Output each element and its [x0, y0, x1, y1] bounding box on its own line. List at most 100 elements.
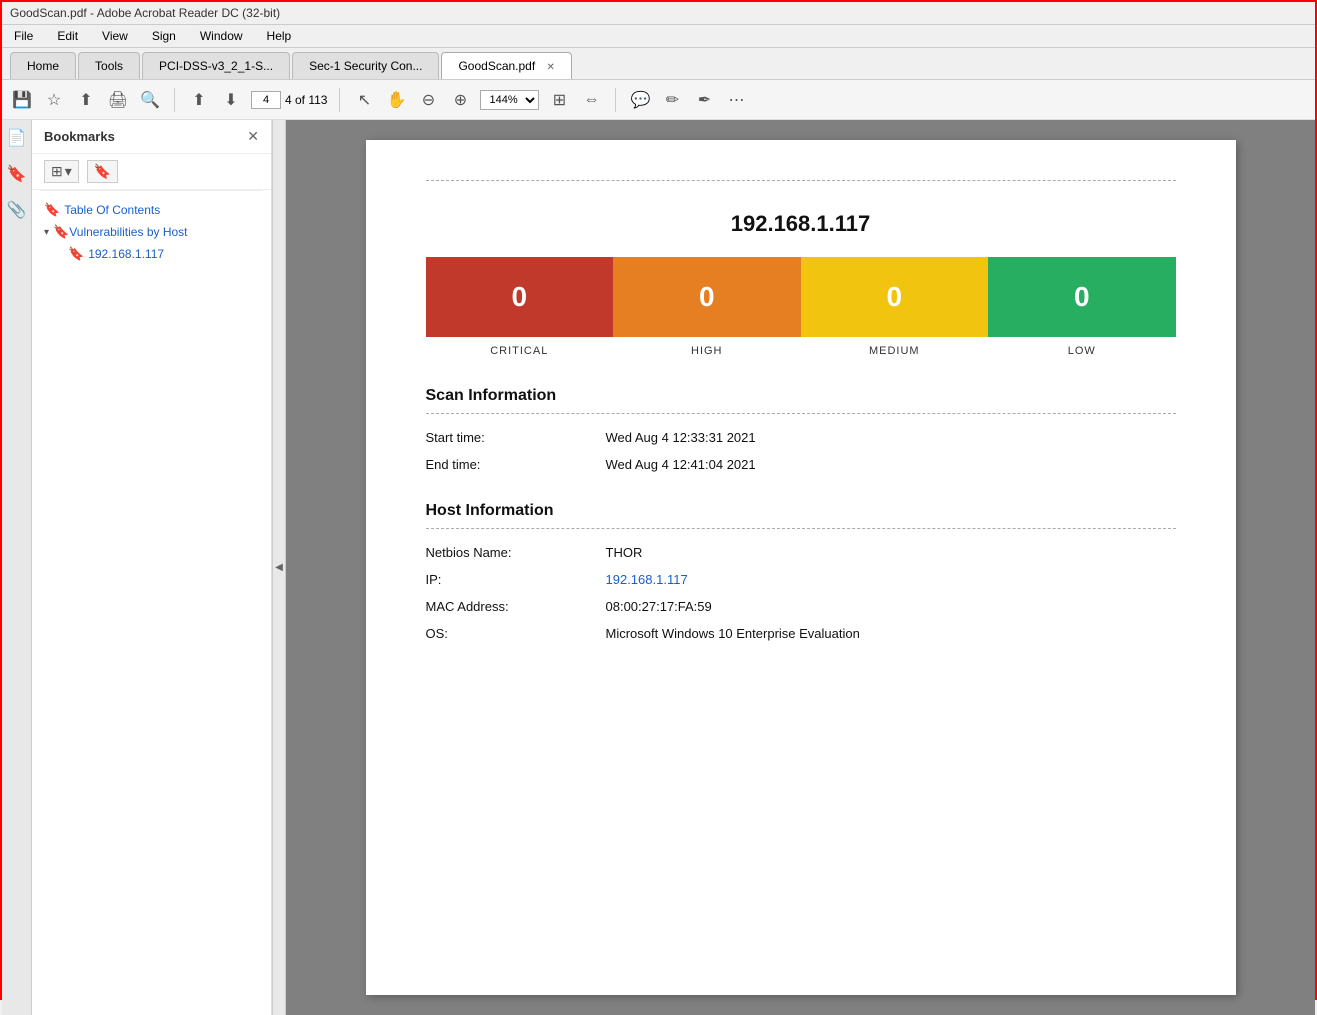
- tab-sec1[interactable]: Sec-1 Security Con...: [292, 52, 439, 79]
- host-information-section: Host Information Netbios Name: THOR IP: …: [426, 502, 1176, 641]
- scan-info-title: Scan Information: [426, 387, 1176, 405]
- select-tool-icon[interactable]: ↖: [352, 88, 376, 112]
- separator-2: [339, 88, 340, 112]
- bookmark-icon-ip1: 🔖: [68, 246, 84, 262]
- tab-pci[interactable]: PCI-DSS-v3_2_1-S...: [142, 52, 290, 79]
- medium-label: MEDIUM: [801, 345, 989, 357]
- sidebar-header: Bookmarks ✕: [32, 120, 271, 154]
- tab-close-icon[interactable]: ✕: [547, 62, 555, 73]
- bookmark-sub-group: 🔖 192.168.1.117: [36, 243, 267, 265]
- sidebar-bookmark-add-icon: 🔖: [94, 163, 111, 180]
- high-bar: 0: [613, 257, 801, 337]
- tab-tools[interactable]: Tools: [78, 52, 140, 79]
- search-icon[interactable]: 🔍: [138, 88, 162, 112]
- separator-3: [615, 88, 616, 112]
- bookmark-label-ip1: 192.168.1.117: [88, 247, 164, 261]
- fit-width-icon[interactable]: ⇔: [579, 88, 603, 112]
- os-value: Microsoft Windows 10 Enterprise Evaluati…: [606, 626, 860, 641]
- title-text: GoodScan.pdf - Adobe Acrobat Reader DC (…: [10, 6, 280, 20]
- menu-file[interactable]: File: [10, 27, 37, 45]
- tab-home[interactable]: Home: [10, 52, 76, 79]
- low-value: 0: [1074, 281, 1090, 313]
- scan-start-row: Start time: Wed Aug 4 12:33:31 2021: [426, 430, 1176, 445]
- tab-goodscan[interactable]: GoodScan.pdf ✕: [441, 52, 571, 79]
- zoom-select[interactable]: 50% 75% 100% 125% 144% 150% 200%: [480, 90, 539, 110]
- menu-edit[interactable]: Edit: [53, 27, 82, 45]
- toolbar: 💾 ☆ ⬆ 🖨 🔍 ⬆ ⬇ 4 of 113 ↖ ✋ ⊖ ⊕ 50% 75% 1…: [2, 80, 1315, 120]
- scan-information-section: Scan Information Start time: Wed Aug 4 1…: [426, 387, 1176, 472]
- mac-row: MAC Address: 08:00:27:17:FA:59: [426, 599, 1176, 614]
- page-info: 4 of 113: [251, 91, 327, 109]
- vulnerability-bars: 0 0 0 0: [426, 257, 1176, 337]
- sidebar-nav-attach-icon[interactable]: 📎: [7, 200, 27, 220]
- sidebar-nav-page-icon[interactable]: 📄: [7, 128, 27, 148]
- bookmark-toc[interactable]: 🔖 Table Of Contents: [36, 199, 267, 221]
- hand-tool-icon[interactable]: ✋: [384, 88, 408, 112]
- sidebar-content: 🔖 Table Of Contents ▾ 🔖 Vulnerabilities …: [32, 191, 271, 1015]
- bookmark-ip1[interactable]: 🔖 192.168.1.117: [68, 243, 267, 265]
- netbios-row: Netbios Name: THOR: [426, 545, 1176, 560]
- print-icon[interactable]: 🖨: [106, 88, 130, 112]
- sidebar: 📄 🔖 📎 Bookmarks ✕ ⊞ ▾: [2, 120, 272, 1015]
- vulnerability-labels: CRITICAL HIGH MEDIUM LOW: [426, 345, 1176, 357]
- bookmark-icon-vuln: 🔖: [53, 224, 69, 240]
- zoom-in-icon[interactable]: ⊕: [448, 88, 472, 112]
- mac-label: MAC Address:: [426, 599, 606, 614]
- page-total: 4 of 113: [285, 93, 327, 107]
- sidebar-grid-icon: ⊞: [51, 163, 63, 180]
- bookmark-icon[interactable]: ☆: [42, 88, 66, 112]
- sidebar-bookmark-page-btn[interactable]: 🔖: [87, 160, 118, 183]
- bookmark-vuln-row[interactable]: ▾ 🔖 Vulnerabilities by Host: [36, 221, 267, 243]
- main-layout: 📄 🔖 📎 Bookmarks ✕ ⊞ ▾: [2, 120, 1315, 1015]
- menu-view[interactable]: View: [98, 27, 132, 45]
- high-value: 0: [699, 281, 715, 313]
- host-info-title: Host Information: [426, 502, 1176, 520]
- bookmark-icon-toc: 🔖: [44, 202, 60, 218]
- os-row: OS: Microsoft Windows 10 Enterprise Eval…: [426, 626, 1176, 641]
- menu-window[interactable]: Window: [196, 27, 247, 45]
- sidebar-nav-bookmark-icon[interactable]: 🔖: [7, 164, 27, 184]
- os-label: OS:: [426, 626, 606, 641]
- sign-icon[interactable]: ✒: [692, 88, 716, 112]
- ip-row: IP: 192.168.1.117: [426, 572, 1176, 587]
- ip-value: 192.168.1.117: [606, 572, 688, 587]
- more-tools-icon[interactable]: ⋯: [724, 88, 748, 112]
- low-label: LOW: [988, 345, 1176, 357]
- zoom-out-icon[interactable]: ⊖: [416, 88, 440, 112]
- tab-bar: Home Tools PCI-DSS-v3_2_1-S... Sec-1 Sec…: [2, 48, 1315, 80]
- scan-info-divider: [426, 413, 1176, 414]
- scan-end-value: Wed Aug 4 12:41:04 2021: [606, 457, 756, 472]
- save-icon[interactable]: 💾: [10, 88, 34, 112]
- sidebar-close-button[interactable]: ✕: [247, 128, 259, 145]
- scroll-down-icon[interactable]: ⬇: [219, 88, 243, 112]
- medium-bar: 0: [801, 257, 989, 337]
- bookmark-label-toc: Table Of Contents: [64, 203, 160, 217]
- medium-value: 0: [886, 281, 902, 313]
- pdf-viewer[interactable]: 192.168.1.117 0 0 0 0 CRITICAL HIGH: [286, 120, 1315, 1015]
- page-number-input[interactable]: [251, 91, 281, 109]
- scan-start-value: Wed Aug 4 12:33:31 2021: [606, 430, 756, 445]
- upload-icon[interactable]: ⬆: [74, 88, 98, 112]
- sidebar-view-options-btn[interactable]: ⊞ ▾: [44, 160, 79, 183]
- menu-sign[interactable]: Sign: [148, 27, 180, 45]
- fit-page-icon[interactable]: ⊞: [547, 88, 571, 112]
- scroll-up-icon[interactable]: ⬆: [187, 88, 211, 112]
- sidebar-title: Bookmarks: [44, 129, 115, 144]
- pencil-icon[interactable]: ✏: [660, 88, 684, 112]
- scan-start-label: Start time:: [426, 430, 606, 445]
- scan-end-label: End time:: [426, 457, 606, 472]
- host-info-divider: [426, 528, 1176, 529]
- high-label: HIGH: [613, 345, 801, 357]
- sidebar-dropdown-icon: ▾: [65, 163, 72, 180]
- menu-help[interactable]: Help: [263, 27, 296, 45]
- separator-1: [174, 88, 175, 112]
- netbios-value: THOR: [606, 545, 643, 560]
- comment-icon[interactable]: 💬: [628, 88, 652, 112]
- pdf-page: 192.168.1.117 0 0 0 0 CRITICAL HIGH: [366, 140, 1236, 995]
- title-bar: GoodScan.pdf - Adobe Acrobat Reader DC (…: [2, 2, 1315, 25]
- critical-value: 0: [511, 281, 527, 313]
- host-title: 192.168.1.117: [426, 211, 1176, 237]
- expand-icon-vuln: ▾: [44, 227, 49, 238]
- sidebar-collapse-handle[interactable]: ◀: [272, 120, 286, 1015]
- ip-label: IP:: [426, 572, 606, 587]
